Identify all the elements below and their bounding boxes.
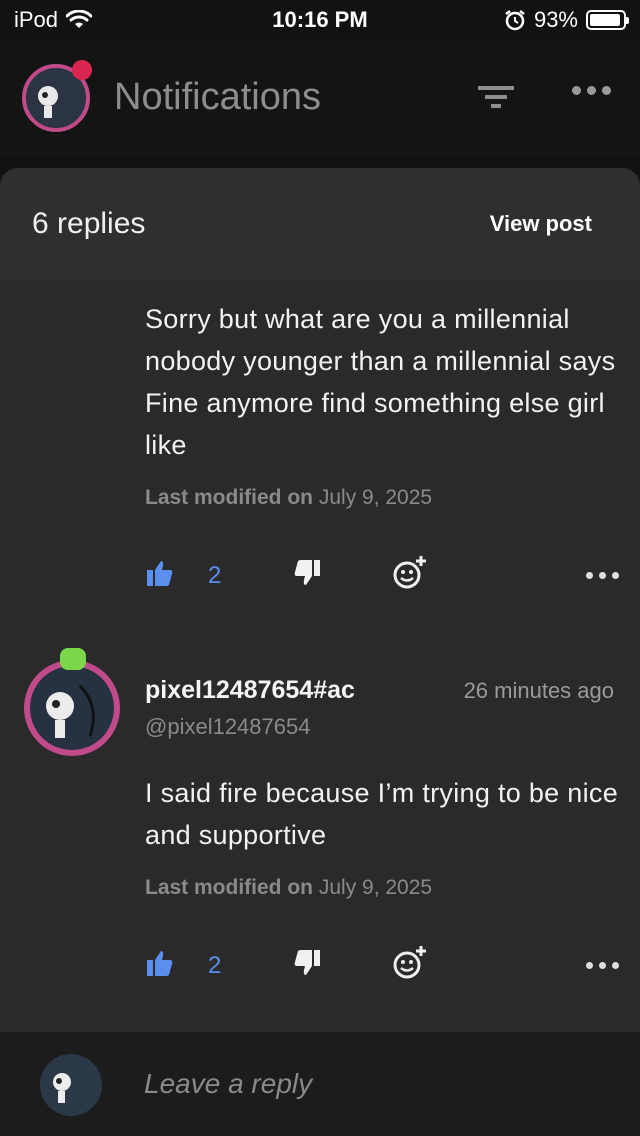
current-user-avatar [40,1054,102,1116]
comment-actions: 2 [0,946,640,988]
like-count: 2 [208,562,222,589]
user-badge-icon [60,648,86,670]
like-icon[interactable] [145,558,175,588]
add-reaction-icon[interactable] [392,554,428,590]
page-title: Notifications [114,76,321,118]
comment-username[interactable]: pixel12487654#ac [145,676,410,705]
comment-handle: @pixel12487654 [145,714,311,739]
alarm-icon [505,10,525,31]
comment-actions: 2 [0,556,640,598]
dislike-icon[interactable] [292,948,322,978]
last-modified: Last modified on July 9, 2025 [145,876,433,899]
comment-text: I said fire because I’m trying to be nic… [145,778,619,850]
user-avatar[interactable] [24,660,120,756]
more-options-icon[interactable] [572,86,612,100]
comment-more-icon[interactable] [586,572,619,579]
add-reaction-icon[interactable] [392,944,428,980]
reply-input[interactable] [144,1064,614,1104]
comment-more-icon[interactable] [586,962,619,969]
app-header: Notifications [0,40,640,192]
last-modified: Last modified on July 9, 2025 [145,486,433,509]
wifi-icon [66,10,93,28]
view-post-button[interactable]: View post [490,211,592,237]
reply-bar [0,1032,640,1136]
replies-sheet: 6 replies View post Sorry but what are y… [0,168,640,1136]
comment-text: Sorry but what are you a millennial nobo… [145,304,616,460]
comment-time: 26 minutes ago [463,678,614,703]
sheet-header: 6 replies View post [0,168,640,280]
like-icon[interactable] [145,948,175,978]
notification-dot [72,60,92,80]
battery-icon [586,10,629,30]
like-count: 2 [208,952,222,979]
filter-icon[interactable] [476,82,516,112]
battery-percent: 93% [533,7,578,32]
status-bar: iPod 10:16 PM 93% [0,0,640,40]
dislike-icon[interactable] [292,558,322,588]
device-name: iPod [14,7,59,32]
replies-count: 6 replies [32,207,146,240]
